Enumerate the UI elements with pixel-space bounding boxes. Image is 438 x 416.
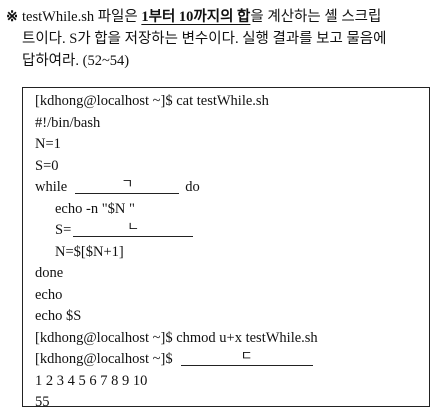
question-line-1-pre: testWhile.sh 파일은 — [22, 9, 142, 25]
question-line-1-post: 을 계산하는 셸 스크립 — [250, 9, 382, 25]
blank-a-label: ㄱ — [121, 176, 134, 191]
code-line-s-init: S=0 — [35, 157, 59, 174]
code-line-n-init: N=1 — [35, 136, 61, 152]
code-line-cat: [kdhong@localhost ~]$ cat testWhile.sh — [35, 93, 269, 109]
blank-b: ㄴ — [73, 219, 194, 237]
code-box: [kdhong@localhost ~]$ cat testWhile.sh #… — [22, 87, 430, 410]
code-line-while: while ㄱ do — [35, 176, 429, 199]
question-line-2: 트이다. S가 합을 저장하는 변수이다. 실행 결과를 보고 물음에 — [22, 31, 387, 47]
reference-mark: ※ — [6, 9, 19, 25]
blank-b-label: ㄴ — [127, 219, 140, 234]
output-sum: 55 — [35, 394, 50, 410]
prompt-text: [kdhong@localhost ~]$ — [35, 351, 173, 367]
question-emphasis: 1부터 10까지의 합 — [141, 9, 251, 25]
code-line-shebang: #!/bin/bash — [35, 114, 101, 131]
do-keyword: do — [185, 179, 200, 195]
output-sequence: 1 2 3 4 5 6 7 8 9 10 — [35, 372, 148, 389]
blank-c: ㄷ — [180, 348, 313, 366]
code-line-echo-n: echo -n "$N " — [55, 200, 135, 217]
s-assign-text: S= — [55, 222, 72, 238]
blank-a: ㄱ — [75, 176, 180, 194]
code-line-chmod: [kdhong@localhost ~]$ chmod u+x testWhil… — [35, 329, 318, 346]
code-line-n-increment: N=$[$N+1] — [55, 243, 124, 260]
code-line-done: done — [35, 265, 64, 281]
blank-c-label: ㄷ — [240, 348, 253, 363]
question-text: ※ testWhile.sh 파일은 1부터 10까지의 합을 계산하는 셸 스크… — [6, 6, 432, 72]
while-keyword: while — [35, 179, 68, 195]
question-line-1: ※ testWhile.sh 파일은 1부터 10까지의 합을 계산하는 셸 스크… — [6, 6, 432, 28]
code-line-run: [kdhong@localhost ~]$ ㄷ — [35, 348, 429, 371]
code-line-echo-s: echo $S — [35, 308, 82, 324]
code-line-echo: echo — [35, 286, 63, 303]
question-line-3: 답하여라. (52~54) — [22, 53, 130, 69]
code-line-s-assign: S= ㄴ — [35, 219, 429, 242]
